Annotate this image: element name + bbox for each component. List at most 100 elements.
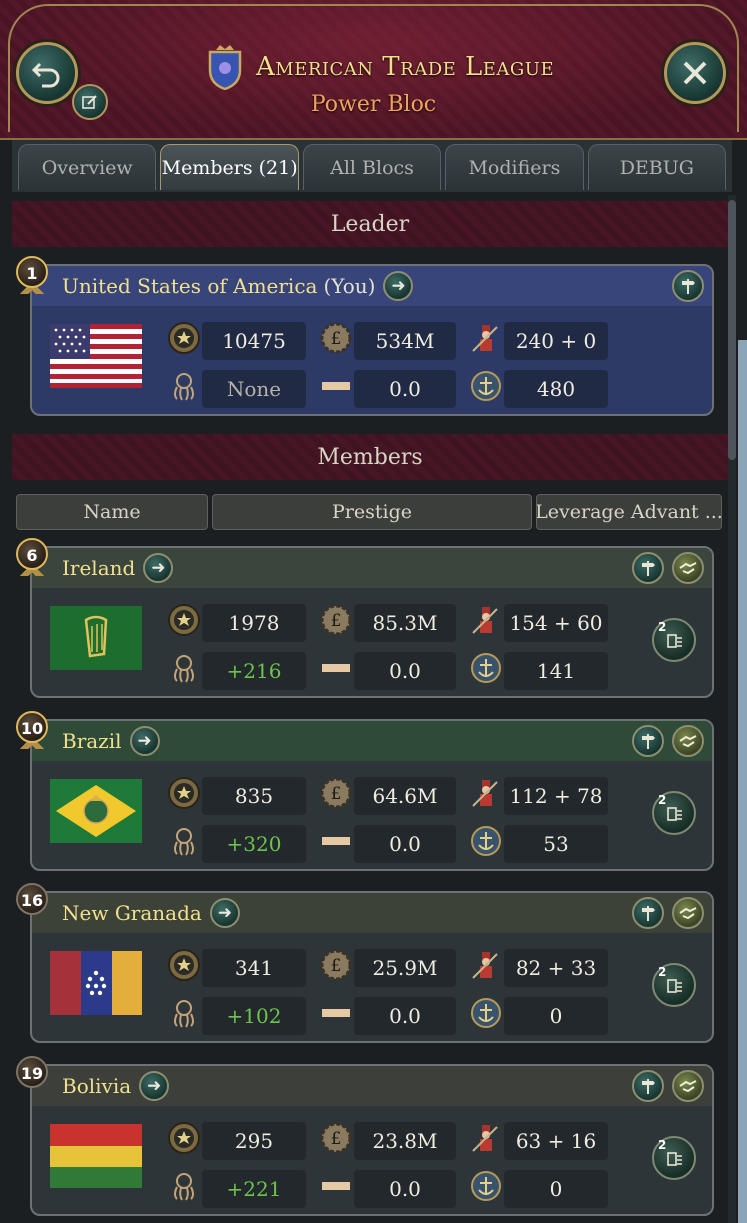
member-card-new-granada[interactable]: 16 New Granada ➜ 341 £ 25.9M 82 + 33 +10… [16, 883, 714, 1043]
signpost-icon [642, 1079, 655, 1094]
member-card-bolivia[interactable]: 19 Bolivia ➜ 295 £ 23.8M 63 + 16 +221 0.… [16, 1056, 714, 1216]
arrow-right-icon: ➜ [151, 558, 166, 578]
arrow-right-icon: ➜ [391, 276, 406, 296]
handshake-icon [679, 907, 697, 920]
tab-members[interactable]: Members (21) [160, 144, 299, 190]
member-card-header: 10 Brazil ➜ [16, 711, 712, 761]
country-name[interactable]: United States of America [62, 274, 317, 298]
diplomatic-action-button[interactable] [672, 1070, 704, 1102]
trade-value: 0.0 [354, 652, 456, 690]
gdp-pound-icon: £ [318, 320, 354, 356]
bloc-subtitle: Power Bloc [310, 92, 437, 117]
go-to-country-button[interactable]: ➜ [129, 726, 160, 756]
leader-card-header: 1 United States of America (You) ➜ [16, 256, 712, 306]
gdp-value: 23.8M [354, 1122, 456, 1160]
army-value: 63 + 16 [504, 1122, 608, 1160]
army-soldier-icon [468, 947, 504, 983]
bloc-objective-button[interactable]: 2 [652, 1136, 696, 1180]
arrow-right-icon: ➜ [217, 903, 232, 923]
go-to-country-button[interactable]: ➜ [383, 271, 414, 301]
trade-bar-icon [318, 650, 354, 686]
you-tag: (You) [323, 274, 376, 298]
rank-badge: 16 [14, 881, 50, 919]
leader-card[interactable]: 1 United States of America (You) ➜ 10475… [16, 256, 714, 416]
army-value: 82 + 33 [504, 949, 608, 987]
navy-anchor-icon [468, 650, 504, 686]
power-bloc-crest-icon [204, 44, 246, 90]
leverage-octopus-icon [166, 995, 202, 1031]
country-name[interactable]: Brazil [62, 729, 122, 753]
tab-debug[interactable]: DEBUG [587, 144, 727, 190]
svg-text:£: £ [331, 611, 342, 631]
go-to-country-button[interactable]: ➜ [139, 1071, 170, 1101]
rank-badge: 19 [14, 1054, 50, 1092]
member-card-header: 16 New Granada ➜ [16, 883, 712, 933]
diplomatic-action-button[interactable] [672, 725, 704, 757]
members-column-header: Name Prestige Leverage Advant ... [16, 494, 732, 530]
go-to-country-button[interactable]: ➜ [143, 553, 174, 583]
arrow-right-icon: ➜ [147, 1076, 162, 1096]
scrollbar-thumb[interactable] [728, 200, 736, 460]
diplomacy-signpost-button[interactable] [632, 1070, 664, 1102]
tab-modifiers[interactable]: Modifiers [445, 144, 584, 190]
country-name[interactable]: Bolivia [62, 1074, 131, 1098]
navy-value: 0 [504, 1170, 608, 1208]
column-leverage[interactable]: Leverage Advant ... [536, 494, 722, 530]
svg-text:£: £ [331, 329, 342, 349]
member-card-body: 295 £ 23.8M 63 + 16 +221 0.0 0 2 [32, 1106, 712, 1214]
diplomacy-signpost-button[interactable] [632, 897, 664, 929]
leverage-octopus-icon [166, 368, 202, 404]
leverage-value: +102 [202, 997, 306, 1035]
close-icon [683, 61, 707, 85]
prestige-icon [166, 775, 202, 811]
diplomatic-action-button[interactable] [672, 552, 704, 584]
leverage-octopus-icon [166, 823, 202, 859]
gdp-value: 25.9M [354, 949, 456, 987]
gdp-value: 534M [354, 322, 456, 360]
country-name[interactable]: New Granada [62, 901, 202, 925]
country-name[interactable]: Ireland [62, 556, 135, 580]
tab-all-blocs[interactable]: All Blocs [302, 144, 442, 190]
tab-overview[interactable]: Overview [18, 144, 157, 190]
bloc-objective-button[interactable]: 2 [652, 963, 696, 1007]
handshake-icon [679, 1080, 697, 1093]
handshake-icon [679, 735, 697, 748]
leader-section-header: Leader [12, 201, 728, 247]
diplomacy-signpost-button[interactable] [672, 270, 704, 302]
member-card-header: 19 Bolivia ➜ [16, 1056, 712, 1106]
prestige-value: 341 [202, 949, 306, 987]
trade-value: 0.0 [354, 370, 456, 408]
member-card-brazil[interactable]: 10 Brazil ➜ 835 £ 64.6M 112 + 78 +320 0.… [16, 711, 714, 871]
svg-text:£: £ [331, 956, 342, 976]
prestige-icon [166, 947, 202, 983]
leverage-octopus-icon [166, 1168, 202, 1204]
leverage-value: +221 [202, 1170, 306, 1208]
army-value: 154 + 60 [504, 604, 608, 642]
navy-anchor-icon [468, 823, 504, 859]
army-soldier-icon [468, 1120, 504, 1156]
tab-bar: Overview Members (21) All Blocs Modifier… [12, 140, 732, 192]
member-card-body: 835 £ 64.6M 112 + 78 +320 0.0 53 2 [32, 761, 712, 869]
trade-bar-icon [318, 995, 354, 1031]
member-card-body: 341 £ 25.9M 82 + 33 +102 0.0 0 2 [32, 933, 712, 1041]
member-card-ireland[interactable]: 6 Ireland ➜ 1978 £ 85.3M 154 + 60 +216 0… [16, 538, 714, 698]
go-to-country-button[interactable]: ➜ [209, 898, 240, 928]
brazil-flag [50, 779, 142, 843]
member-card-body: 1978 £ 85.3M 154 + 60 +216 0.0 141 2 [32, 588, 712, 696]
column-name[interactable]: Name [16, 494, 208, 530]
army-soldier-icon [468, 320, 504, 356]
leverage-value: +320 [202, 825, 306, 863]
army-soldier-icon [468, 602, 504, 638]
leader-card-body: 10475 £ 534M 240 + 0 None 0.0 480 [32, 306, 712, 414]
diplomatic-action-button[interactable] [672, 897, 704, 929]
svg-text:£: £ [331, 1129, 342, 1149]
column-prestige[interactable]: Prestige [212, 494, 532, 530]
bloc-objective-button[interactable]: 2 [652, 791, 696, 835]
bloc-objective-button[interactable]: 2 [652, 618, 696, 662]
prestige-icon [166, 1120, 202, 1156]
trade-value: 0.0 [354, 997, 456, 1035]
diplomacy-signpost-button[interactable] [632, 552, 664, 584]
arrow-right-icon: ➜ [137, 731, 152, 751]
members-section-header: Members [12, 434, 728, 480]
diplomacy-signpost-button[interactable] [632, 725, 664, 757]
